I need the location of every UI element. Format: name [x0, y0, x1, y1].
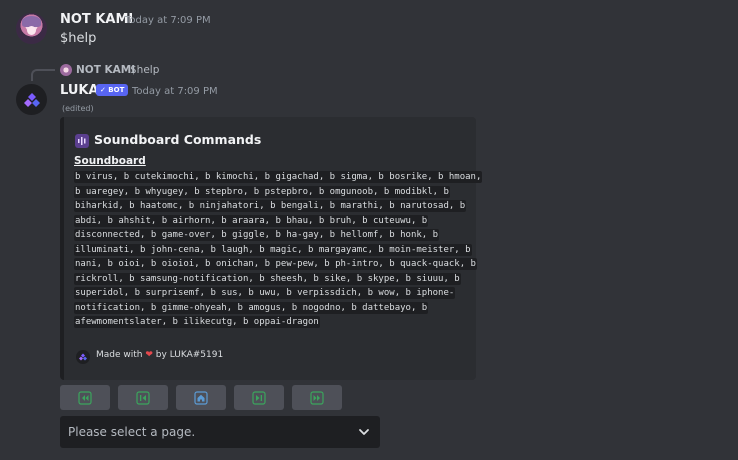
embed-footer: Made with ❤ by LUKA#5191: [96, 350, 224, 360]
command-line: abdi, b ahshit, b airhorn, b araara, b b…: [74, 214, 429, 227]
username[interactable]: NOT KAMI: [60, 12, 133, 27]
select-placeholder: Please select a page.: [68, 425, 196, 439]
field-name: Soundboard: [74, 155, 146, 167]
message-content: $help: [60, 31, 97, 46]
command-line: disconnected, b game-over, b giggle, b h…: [74, 229, 440, 241]
home-icon: [194, 390, 208, 405]
previous-page-button[interactable]: [118, 385, 168, 410]
edited-label: (edited): [62, 104, 94, 113]
reply-username[interactable]: NOT KAMI: [76, 64, 135, 76]
heart-icon: ❤: [145, 350, 153, 360]
command-line: nani, b oioi, b oioioi, b onichan, b pew…: [74, 258, 477, 270]
reply-avatar: [60, 64, 72, 76]
luka-logo-icon: [23, 92, 40, 107]
timestamp: Today at 7:09 PM: [125, 15, 211, 26]
command-line: rickroll, b samsung-notification, b shee…: [74, 272, 461, 285]
bot-badge: ✓ BOT: [96, 84, 129, 96]
footer-logo-icon: [76, 350, 90, 364]
command-line: biharkid, b haatomc, b ninjahatori, b be…: [74, 200, 467, 212]
embed-title: Soundboard Commands: [94, 132, 262, 147]
page-select[interactable]: Please select a page.: [60, 416, 380, 448]
double-arrow-left-icon: [78, 390, 92, 405]
first-page-button[interactable]: [60, 385, 110, 410]
command-list: b virus, b cutekimochi, b kimochi, b gig…: [74, 170, 483, 330]
timestamp: Today at 7:09 PM: [132, 86, 218, 97]
arrow-right-bar-icon: [252, 390, 266, 405]
bot-username[interactable]: LUKA: [60, 83, 99, 98]
bot-avatar[interactable]: [16, 84, 47, 115]
message-not-kami: NOT KAMI Today at 7:09 PM $help: [0, 0, 738, 62]
double-arrow-right-icon: [310, 390, 324, 405]
reply-connector: [31, 69, 55, 81]
home-button[interactable]: [176, 385, 226, 410]
arrow-left-bar-icon: [136, 390, 150, 405]
soundwave-icon: [75, 134, 89, 148]
avatar[interactable]: [16, 13, 47, 44]
command-line: illuminati, b john-cena, b laugh, b magi…: [74, 243, 472, 256]
command-line: superidol, b surprisemf, b sus, b uwu, b…: [74, 287, 456, 299]
chevron-down-icon: [359, 429, 369, 435]
last-page-button[interactable]: [292, 385, 342, 410]
soundboard-embed: Soundboard Commands Soundboard b virus, …: [60, 117, 483, 380]
command-line: notification, b gimme-ohyeah, b amogus, …: [74, 301, 429, 314]
next-page-button[interactable]: [234, 385, 284, 410]
command-line: afewmomentslater, b ilikecutg, b oppai-d…: [74, 316, 320, 328]
command-line: b uaregey, b whyugey, b stepbro, b pstep…: [74, 185, 450, 198]
command-line: b virus, b cutekimochi, b kimochi, b gig…: [74, 171, 483, 183]
reply-content[interactable]: $help: [130, 64, 159, 76]
